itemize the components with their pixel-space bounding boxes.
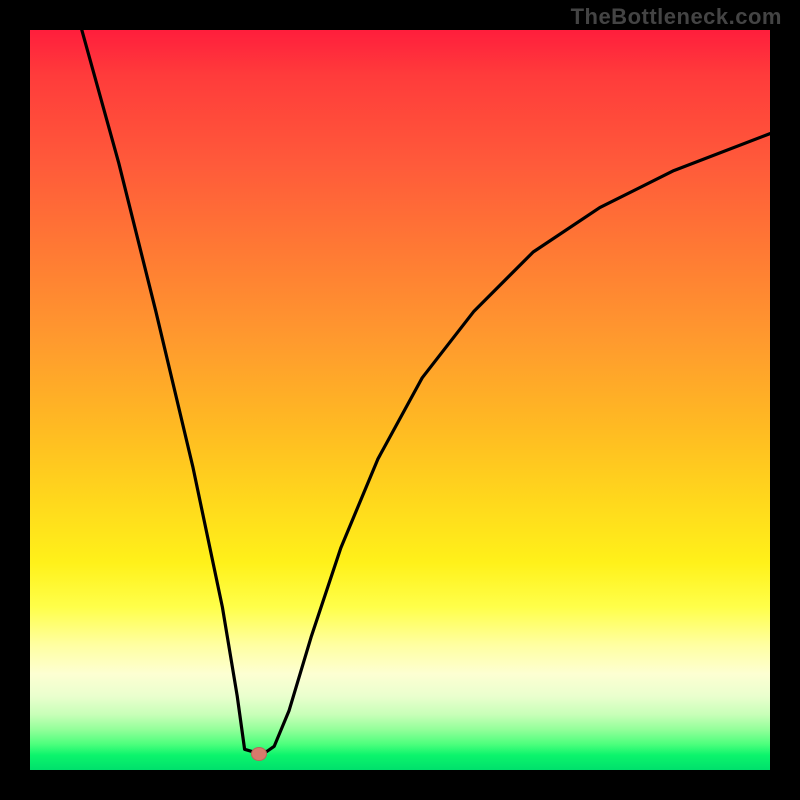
chart-frame: TheBottleneck.com xyxy=(0,0,800,800)
minimum-marker xyxy=(251,747,267,761)
curve-path xyxy=(82,30,770,752)
watermark: TheBottleneck.com xyxy=(571,4,782,30)
bottleneck-curve xyxy=(30,30,770,770)
plot-area xyxy=(30,30,770,770)
